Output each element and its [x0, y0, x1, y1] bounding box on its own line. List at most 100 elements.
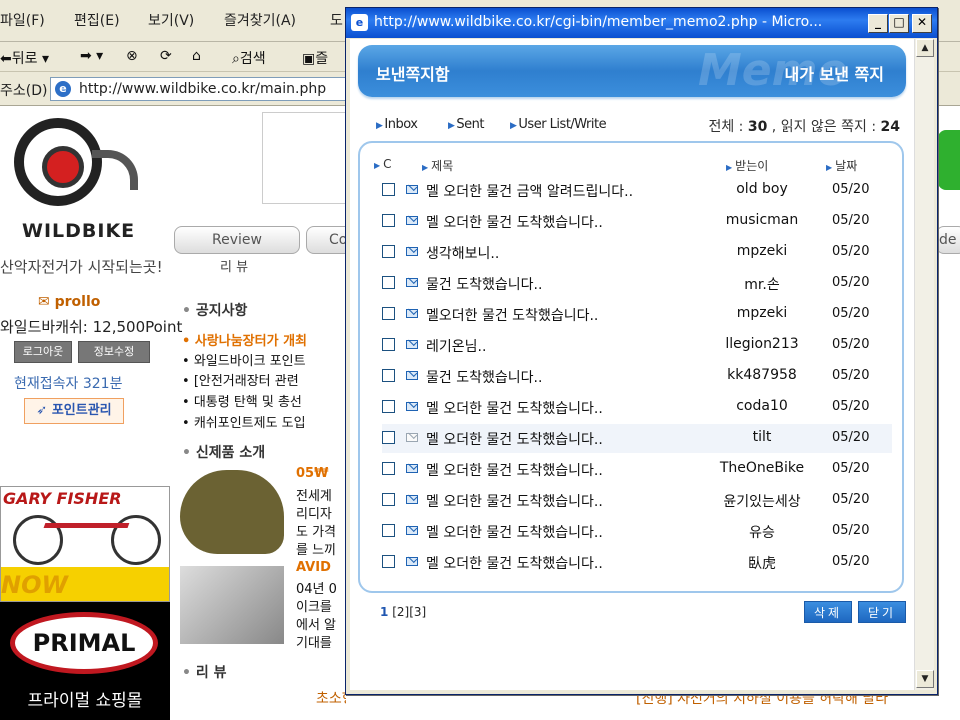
row-checkbox[interactable]: [382, 462, 395, 475]
table-row[interactable]: 멜 오더한 물건 도착했습니다.. tilt 05/20: [382, 424, 892, 453]
column-subject: ▶ 제목: [422, 159, 454, 173]
row-checkbox[interactable]: [382, 493, 395, 506]
row-checkbox[interactable]: [382, 400, 395, 413]
memo-subject[interactable]: 멜 오더한 물건 도착했습니다..: [426, 460, 603, 480]
table-row[interactable]: 멜 오더한 물건 도착했습니다.. coda10 05/20: [382, 393, 892, 422]
row-checkbox[interactable]: [382, 431, 395, 444]
memo-date: 05/20: [832, 461, 870, 476]
memo-subject[interactable]: 멜 오더한 물건 도착했습니다..: [426, 491, 603, 511]
primal-ad[interactable]: PRIMAL 프라이멀 쇼핑몰: [0, 602, 170, 720]
home-icon[interactable]: ⌂: [192, 48, 201, 64]
rocket-icon: ➶: [36, 403, 48, 418]
edit-info-button[interactable]: 정보수정: [78, 341, 150, 363]
memo-subject[interactable]: 멜오더한 물건 도착했습니다..: [426, 305, 598, 325]
primal-shop-label: 프라이멀 쇼핑몰: [27, 691, 143, 711]
memo-subject[interactable]: 멜 오더한 물건 금액 알려드립니다..: [426, 181, 633, 201]
notice-item[interactable]: • 와일드바이크 포인트: [182, 350, 347, 369]
search-button[interactable]: ⌕검색: [232, 48, 266, 68]
notice-item[interactable]: • [안전거래장터 관련: [182, 370, 347, 389]
memo-subject[interactable]: 물건 도착했습니다..: [426, 367, 542, 387]
page-link[interactable]: [2]: [392, 605, 409, 619]
scroll-up-icon[interactable]: ▲: [916, 39, 934, 57]
page-link[interactable]: [3]: [409, 605, 426, 619]
tab-review[interactable]: Review: [174, 226, 300, 254]
close-window-button[interactable]: ✕: [912, 14, 932, 33]
memo-subject[interactable]: 물건 도착했습니다..: [426, 274, 542, 294]
menu-view[interactable]: 보기(V): [148, 10, 194, 30]
product-line[interactable]: 05₩: [296, 466, 348, 481]
right-side-banner[interactable]: [938, 130, 960, 190]
row-checkbox[interactable]: [382, 338, 395, 351]
table-row[interactable]: 멜 오더한 물건 금액 알려드립니다.. old boy 05/20: [382, 176, 892, 205]
notice-item[interactable]: • 캐쉬포인트제도 도입: [182, 412, 347, 431]
table-row[interactable]: 물건 도착했습니다.. kk487958 05/20: [382, 362, 892, 391]
table-row[interactable]: 멜 오더한 물건 도착했습니다.. 유승 05/20: [382, 517, 892, 546]
footer-news-left[interactable]: 초소형 LED 충격 라이트/전면용 Gio: [316, 688, 346, 708]
review-section-title: 리 뷰: [182, 662, 227, 682]
table-row[interactable]: 멜 오더한 물건 도착했습니다.. TheOneBike 05/20: [382, 455, 892, 484]
point-manage-button[interactable]: ➶ 포인트관리: [24, 398, 124, 424]
notice-item[interactable]: • 사랑나눔장터가 개최: [182, 330, 347, 349]
memo-subject[interactable]: 생각해보니..: [426, 243, 499, 263]
memo-header: Memo 보낸쪽지함 내가 보낸 쪽지: [358, 45, 906, 97]
row-checkbox[interactable]: [382, 524, 395, 537]
refresh-icon[interactable]: ⟳: [160, 48, 172, 64]
memo-subject[interactable]: 멜 오더한 물건 도착했습니다..: [426, 212, 603, 232]
tab-right-fragment[interactable]: de: [936, 226, 960, 254]
nav-inbox[interactable]: ▶ Inbox: [376, 117, 418, 132]
row-checkbox[interactable]: [382, 555, 395, 568]
triangle-right-icon: ▶: [510, 121, 517, 131]
table-row[interactable]: 물건 도착했습니다.. mr.손 05/20: [382, 269, 892, 298]
delete-button[interactable]: 삭제: [804, 601, 852, 623]
favorites-button[interactable]: ▣즐: [302, 48, 328, 68]
back-button[interactable]: ⬅뒤로 ▾: [0, 48, 49, 68]
menu-file[interactable]: 파일(F): [0, 10, 45, 30]
table-row[interactable]: 멜 오더한 물건 도착했습니다.. musicman 05/20: [382, 207, 892, 236]
memo-date: 05/20: [832, 213, 870, 228]
row-checkbox[interactable]: [382, 245, 395, 258]
memo-date: 05/20: [832, 306, 870, 321]
pagination: 1 [2][3]: [380, 605, 426, 619]
site-logo[interactable]: WILDBIKE: [22, 220, 135, 242]
memo-subject[interactable]: 멜 오더한 물건 도착했습니다..: [426, 553, 603, 573]
table-row[interactable]: 멜 오더한 물건 도착했습니다.. 윤기있는세상 05/20: [382, 486, 892, 515]
menu-favorites[interactable]: 즐겨찾기(A): [224, 10, 296, 30]
table-row[interactable]: 생각해보니.. mpzeki 05/20: [382, 238, 892, 267]
table-row[interactable]: 멜 오더한 물건 도착했습니다.. 臥虎 05/20: [382, 548, 892, 577]
stop-icon[interactable]: ⊗: [126, 48, 138, 64]
table-row[interactable]: 레기온님.. llegion213 05/20: [382, 331, 892, 360]
logout-button[interactable]: 로그아웃: [14, 341, 72, 363]
memo-subject[interactable]: 멜 오더한 물건 도착했습니다..: [426, 429, 603, 449]
row-checkbox[interactable]: [382, 369, 395, 382]
nav-sent[interactable]: ▶ Sent: [448, 117, 485, 132]
memo-subject[interactable]: 멜 오더한 물건 도착했습니다..: [426, 522, 603, 542]
memo-subject[interactable]: 레기온님..: [426, 336, 486, 356]
wildbike-logo-wheel-icon[interactable]: [14, 118, 102, 206]
popup-titlebar[interactable]: e http://www.wildbike.co.kr/cgi-bin/memb…: [346, 8, 937, 38]
table-row[interactable]: 멜오더한 물건 도착했습니다.. mpzeki 05/20: [382, 300, 892, 329]
row-checkbox[interactable]: [382, 183, 395, 196]
username[interactable]: ✉ prollo: [38, 294, 100, 310]
gary-fisher-ad[interactable]: GARY FISHER NOW UPGRADE: [0, 486, 170, 602]
envelope-icon: [406, 464, 418, 473]
row-checkbox[interactable]: [382, 276, 395, 289]
address-input[interactable]: e http://www.wildbike.co.kr/main.php: [50, 77, 350, 101]
forward-button[interactable]: ➡ ▾: [80, 48, 103, 64]
scroll-down-icon[interactable]: ▼: [916, 670, 934, 688]
brake-product-image[interactable]: [180, 566, 284, 644]
vertical-scrollbar[interactable]: ▲ ▼: [914, 39, 934, 690]
helmet-product-image[interactable]: [180, 470, 284, 554]
menu-edit[interactable]: 편집(E): [74, 10, 120, 30]
row-checkbox[interactable]: [382, 214, 395, 227]
memo-subject[interactable]: 멜 오더한 물건 도착했습니다..: [426, 398, 603, 418]
close-button[interactable]: 닫기: [858, 601, 906, 623]
maximize-button[interactable]: □: [889, 14, 909, 33]
minimize-button[interactable]: _: [868, 14, 888, 33]
menu-tools[interactable]: 도: [330, 10, 343, 30]
row-checkbox[interactable]: [382, 307, 395, 320]
nav-user-list-write[interactable]: ▶ User List/Write: [510, 117, 607, 132]
notice-item[interactable]: • 대통령 탄핵 및 총선: [182, 391, 347, 410]
online-users[interactable]: 현재접속자 321분: [14, 373, 122, 393]
product-line[interactable]: AVID: [296, 560, 348, 575]
memo-recipient: tilt: [752, 429, 772, 445]
